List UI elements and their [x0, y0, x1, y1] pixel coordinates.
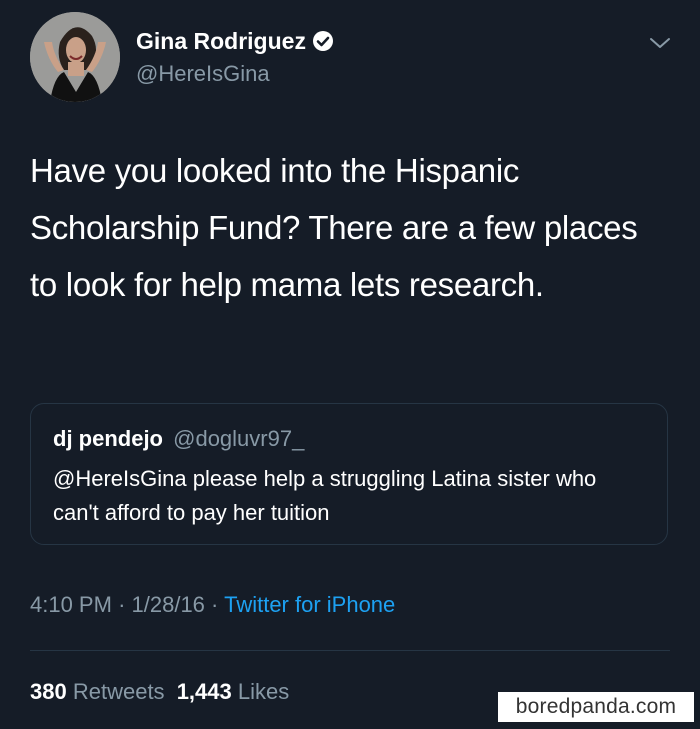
- retweets-count: 380: [30, 679, 67, 704]
- chevron-down-icon[interactable]: [648, 34, 672, 52]
- tweet-stats: 380 Retweets 1,443 Likes: [30, 677, 289, 707]
- quoted-author-row: dj pendejo @dogluvr97_: [53, 424, 304, 454]
- quoted-author-handle: @dogluvr97_: [173, 426, 305, 451]
- retweets-stat[interactable]: 380 Retweets: [30, 679, 165, 704]
- quoted-author-name: dj pendejo: [53, 426, 163, 451]
- likes-count: 1,443: [176, 679, 232, 704]
- likes-label: Likes: [237, 679, 290, 704]
- retweets-label: Retweets: [72, 679, 165, 704]
- tweet-metadata: 4:10 PM · 1/28/16 · Twitter for iPhone: [30, 590, 395, 620]
- meta-separator: ·: [211, 592, 219, 617]
- tweet-text: Have you looked into the Hispanic Schola…: [30, 152, 638, 303]
- meta-separator: ·: [118, 592, 126, 617]
- author-handle[interactable]: @HereIsGina: [136, 60, 270, 88]
- author-name[interactable]: Gina Rodriguez: [136, 28, 306, 54]
- likes-stat[interactable]: 1,443 Likes: [177, 679, 290, 704]
- verified-badge-icon: [312, 31, 333, 51]
- quoted-tweet-card[interactable]: dj pendejo @dogluvr97_ @HereIsGina pleas…: [30, 403, 668, 545]
- author-name-row[interactable]: Gina Rodriguez: [136, 26, 334, 56]
- tweet-date[interactable]: 1/28/16: [132, 592, 205, 617]
- tweet-time[interactable]: 4:10 PM: [30, 592, 112, 617]
- quoted-tweet-text: @HereIsGina please help a struggling Lat…: [53, 466, 597, 525]
- avatar-image: [30, 12, 120, 102]
- watermark: boredpanda.com: [498, 692, 694, 722]
- divider: [30, 650, 670, 651]
- tweet-source-link[interactable]: Twitter for iPhone: [224, 592, 395, 617]
- author-avatar[interactable]: [30, 12, 120, 102]
